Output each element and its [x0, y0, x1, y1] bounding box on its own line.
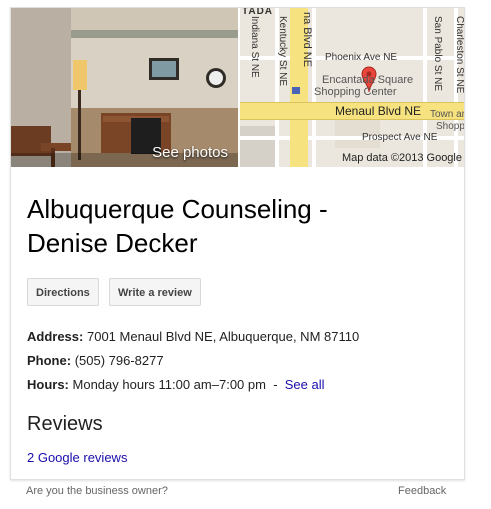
address-value: 7001 Menaul Blvd NE, Albuquerque, NM 871… — [86, 329, 360, 344]
phone-value[interactable]: (505) 796-8277 — [75, 353, 164, 368]
phone-line: Phone: (505) 796-8277 — [27, 353, 164, 368]
google-reviews-link[interactable]: 2 Google reviews — [27, 450, 127, 465]
location-map[interactable]: TADA Phoenix Ave NE Encantada Square Sho… — [240, 8, 465, 167]
knowledge-card: See photos TADA Phoenix Ave NE Encantada… — [10, 7, 465, 480]
feedback-link[interactable]: Feedback — [398, 485, 446, 497]
business-owner-text[interactable]: Are you the business owner? — [26, 485, 168, 497]
hours-line: Hours: Monday hours 11:00 am–7:00 pm - S… — [27, 377, 325, 392]
map-place-encantada-2: Shopping Center — [314, 86, 397, 98]
map-place-encantada-1: Encantada Square — [322, 74, 414, 86]
map-street-blvd: na Blvd NE — [301, 12, 313, 68]
map-street-charleston: Charleston St NE — [454, 16, 465, 94]
business-name: Albuquerque Counseling - Denise Decker — [27, 192, 447, 260]
business-photo[interactable]: See photos — [11, 8, 238, 167]
map-place-town-2: Shoppin — [436, 121, 465, 132]
map-street-menaul: Menaul Blvd NE — [335, 104, 422, 118]
hours-separator: - — [273, 377, 278, 392]
address-line: Address: 7001 Menaul Blvd NE, Albuquerqu… — [27, 329, 359, 344]
write-review-button[interactable]: Write a review — [109, 278, 201, 306]
phone-label: Phone: — [27, 353, 72, 368]
hours-value: Monday hours 11:00 am–7:00 pm — [72, 377, 266, 392]
map-street-san-pablo: San Pablo St NE — [432, 16, 443, 92]
address-label: Address: — [27, 329, 84, 344]
map-street-phoenix: Phoenix Ave NE — [325, 52, 398, 63]
business-name-line1: Albuquerque Counseling - — [27, 194, 328, 224]
see-all-hours-link[interactable]: See all — [285, 377, 325, 392]
hero-media: See photos TADA Phoenix Ave NE Encantada… — [11, 8, 464, 167]
map-street-indiana: Indiana St NE — [249, 16, 260, 78]
map-attribution: Map data ©2013 Google — [341, 152, 462, 164]
map-place-town-1: Town and — [430, 109, 464, 120]
hours-label: Hours: — [27, 377, 69, 392]
see-photos-label: See photos — [152, 144, 228, 161]
map-street-kentucky: Kentucky St NE — [277, 16, 288, 87]
directions-button[interactable]: Directions — [27, 278, 99, 306]
business-name-line2: Denise Decker — [27, 228, 198, 258]
reviews-heading: Reviews — [27, 413, 103, 435]
shopping-icon — [292, 87, 300, 94]
map-street-prospect: Prospect Ave NE — [362, 132, 438, 143]
